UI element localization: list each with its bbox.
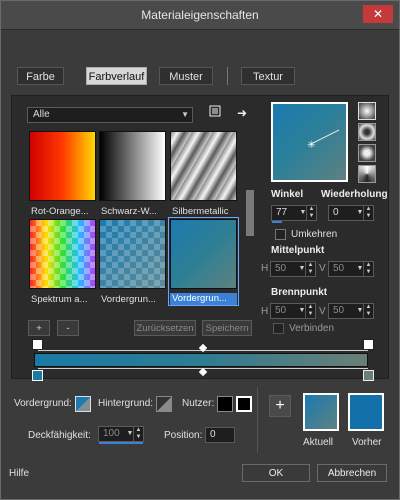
swatch-label: Spektrum a... — [31, 294, 88, 305]
invert-checkbox[interactable] — [275, 229, 286, 240]
position-label: Position: — [164, 430, 203, 441]
angle-label: Winkel — [271, 189, 304, 200]
spinner-arrows-icon[interactable]: ▲ ▼ — [305, 262, 315, 276]
radial-gradient-type-button[interactable] — [358, 144, 376, 162]
swatch-label: Vordergrun... — [101, 294, 156, 305]
swatch-foreground-background[interactable] — [170, 219, 237, 289]
swatch-spectrum[interactable] — [29, 219, 96, 289]
spinner-arrows-icon[interactable]: ▲ ▼ — [363, 262, 373, 276]
position-field[interactable]: 0 — [205, 427, 235, 443]
spinner-arrows-icon[interactable]: ▲ ▼ — [133, 427, 143, 441]
title-bar: Materialeigenschaften ✕ — [1, 1, 399, 30]
reset-button[interactable]: Zurücksetzen — [134, 320, 196, 336]
cancel-button[interactable]: Abbrechen — [317, 464, 387, 482]
focal-v-value: 50 — [333, 305, 345, 316]
swatch-red-orange[interactable] — [29, 131, 96, 201]
swatch-foreground-transparent[interactable] — [99, 219, 166, 289]
midpoint-v-value: 50 — [333, 263, 345, 274]
swatch-silver-metallic[interactable] — [170, 131, 237, 201]
ok-button[interactable]: OK — [242, 464, 310, 482]
scrollbar-thumb[interactable] — [246, 190, 254, 236]
focal-h-field[interactable]: 50 ▼ ▲ ▼ — [270, 303, 316, 319]
category-select-value: Alle — [33, 109, 50, 120]
spinner-arrows-icon[interactable]: ▲ ▼ — [363, 206, 373, 220]
top-stop-right[interactable] — [363, 339, 374, 350]
library-icon[interactable] — [207, 105, 223, 121]
gradient-preview[interactable]: ✳ — [271, 102, 348, 182]
opacity-field[interactable]: 100 ▼ ▲ ▼ — [98, 426, 144, 444]
add-color-button[interactable]: + — [269, 395, 291, 417]
help-label[interactable]: Hilfe — [9, 468, 29, 479]
sunburst-gradient-type-button[interactable] — [358, 165, 376, 183]
user-color-black[interactable] — [217, 396, 233, 412]
background-style-button[interactable] — [156, 396, 172, 412]
repeat-field[interactable]: 0 ▼ ▲ ▼ — [328, 205, 374, 221]
opacity-value: 100 — [103, 428, 120, 439]
midpoint-v-field[interactable]: 50 ▼ ▲ ▼ — [328, 261, 374, 277]
tab-textur[interactable]: Textur — [241, 67, 295, 85]
chevron-down-icon: ▼ — [181, 110, 189, 119]
position-value: 0 — [210, 429, 216, 440]
angle-value: 77 — [276, 207, 288, 218]
midpoint-v-label: V — [319, 263, 326, 274]
angle-field[interactable]: 77 ▼ ▲ ▼ — [271, 205, 317, 223]
opacity-slider-fill — [99, 442, 143, 444]
link-label: Verbinden — [289, 323, 335, 334]
repeat-label: Wiederholung — [321, 189, 388, 200]
invert-label: Umkehren — [291, 229, 338, 240]
current-label: Aktuell — [303, 437, 334, 448]
swatch-label-selected: Vordergrun... — [170, 293, 237, 305]
foreground-style-button[interactable] — [75, 396, 91, 412]
gradient-bar[interactable] — [34, 353, 368, 367]
material-properties-dialog: Materialeigenschaften ✕ Farbe Farbverlau… — [0, 0, 400, 500]
midpoint-h-value: 50 — [275, 263, 287, 274]
tab-farbe[interactable]: Farbe — [17, 67, 64, 85]
midpoint-label: Mittelpunkt — [271, 245, 325, 256]
user-label: Nutzer: — [182, 398, 215, 409]
midpoint-h-field[interactable]: 50 ▼ ▲ ▼ — [270, 261, 316, 277]
spinner-arrows-icon[interactable]: ▲ ▼ — [363, 304, 373, 318]
previous-label: Vorher — [352, 437, 382, 448]
focal-v-label: V — [319, 306, 326, 317]
remove-gradient-button[interactable]: - — [57, 320, 79, 336]
window-title: Materialeigenschaften — [141, 8, 259, 22]
swatch-black-white[interactable] — [99, 131, 166, 201]
add-gradient-button[interactable]: + — [28, 320, 50, 336]
background-label: Hintergrund: — [98, 398, 154, 409]
focal-point-label: Brennpunkt — [271, 287, 328, 298]
angle-handle-icon: ✳ — [307, 129, 340, 151]
top-stop-left[interactable] — [32, 339, 43, 350]
swatch-label: Rot-Orange... — [31, 206, 89, 217]
swatch-scrollbar[interactable] — [245, 128, 255, 303]
linear-gradient-type-button[interactable] — [358, 102, 376, 120]
midpoint-h-label: H — [261, 263, 269, 274]
close-button[interactable]: ✕ — [363, 5, 393, 23]
focal-v-field[interactable]: 50 ▼ ▲ ▼ — [328, 303, 374, 319]
foreground-label: Vordergrund: — [14, 398, 72, 409]
svg-text:✳: ✳ — [307, 140, 315, 151]
opacity-label: Deckfähigkeit: — [28, 430, 91, 441]
rectangular-gradient-type-button[interactable] — [358, 123, 376, 141]
save-button[interactable]: Speichern — [202, 320, 252, 336]
arrow-right-icon[interactable]: ➜ — [234, 105, 250, 121]
current-gradient-swatch — [303, 393, 339, 431]
repeat-value: 0 — [333, 207, 339, 218]
spinner-arrows-icon[interactable]: ▲ ▼ — [305, 304, 315, 318]
tab-muster[interactable]: Muster — [159, 67, 213, 85]
previous-gradient-swatch[interactable] — [348, 393, 384, 431]
divider — [257, 387, 258, 453]
color-stop-right[interactable] — [363, 370, 374, 381]
spinner-arrows-icon[interactable]: ▲ ▼ — [306, 206, 316, 220]
focal-h-label: H — [261, 306, 269, 317]
angle-slider-fill — [272, 221, 282, 223]
user-color-selected[interactable] — [236, 396, 252, 412]
color-stop-left[interactable] — [32, 370, 43, 381]
category-select[interactable]: Alle ▼ — [27, 107, 193, 123]
swatch-label: Schwarz-W... — [101, 206, 157, 217]
tab-separator — [227, 67, 228, 85]
focal-h-value: 50 — [275, 305, 287, 316]
tab-farbverlauf[interactable]: Farbverlauf — [86, 67, 147, 85]
link-checkbox[interactable] — [273, 323, 284, 334]
